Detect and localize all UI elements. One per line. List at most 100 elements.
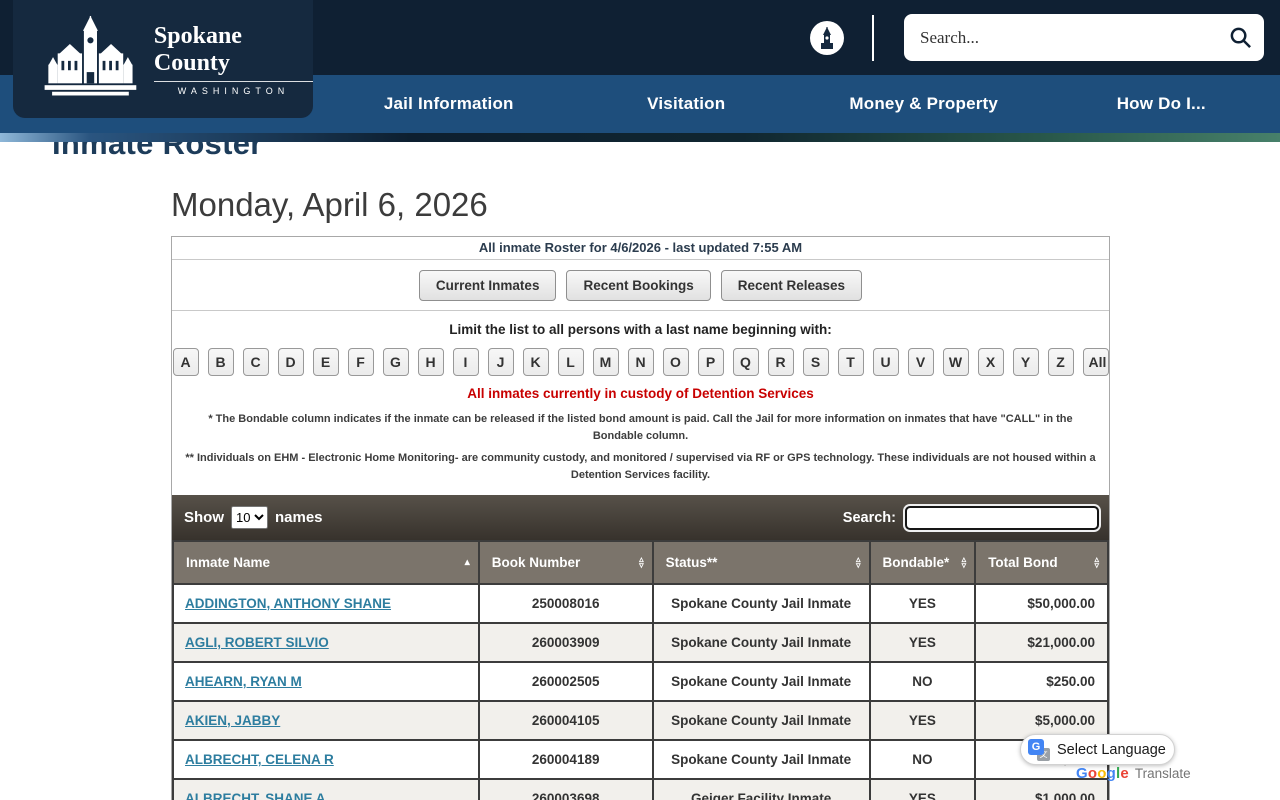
letter-button-w[interactable]: W: [943, 348, 969, 376]
letter-button-s[interactable]: S: [803, 348, 829, 376]
book-number: 250008016: [479, 584, 653, 623]
site-search-input[interactable]: [920, 28, 1229, 48]
column-header-bondable[interactable]: Bondable* ▵▿: [870, 541, 976, 584]
header-utility: [810, 0, 1264, 75]
column-header-total-bond[interactable]: Total Bond ▵▿: [975, 541, 1108, 584]
inmate-link[interactable]: ALBRECHT, SHANE A: [185, 791, 326, 800]
letter-button-d[interactable]: D: [278, 348, 304, 376]
table-search-label: Search:: [843, 510, 896, 526]
letter-button-p[interactable]: P: [698, 348, 724, 376]
county-logo[interactable]: Spokane County WASHINGTON: [13, 0, 313, 118]
letter-button-j[interactable]: J: [488, 348, 514, 376]
table-row: ALBRECHT, SHANE A 260003698 Geiger Facil…: [173, 779, 1108, 800]
letter-button-b[interactable]: B: [208, 348, 234, 376]
filter-section: Limit the list to all persons with a las…: [172, 311, 1109, 495]
google-translate-icon: 文 G: [1028, 739, 1050, 761]
date-heading: Monday, April 6, 2026: [171, 186, 1280, 224]
letter-button-r[interactable]: R: [768, 348, 794, 376]
letter-button-g[interactable]: G: [383, 348, 409, 376]
bondable: NO: [870, 740, 976, 779]
letter-button-n[interactable]: N: [628, 348, 654, 376]
letter-button-k[interactable]: K: [523, 348, 549, 376]
column-header-book-number[interactable]: Book Number ▵▿: [479, 541, 653, 584]
letter-button-l[interactable]: L: [558, 348, 584, 376]
select-language-label: Select Language: [1057, 742, 1166, 758]
letter-button-all[interactable]: All: [1083, 348, 1109, 376]
view-buttons-row: Current Inmates Recent Bookings Recent R…: [172, 260, 1109, 311]
google-translate-widget[interactable]: 文 G Select Language: [1020, 734, 1175, 765]
logo-subtitle: WASHINGTON: [154, 86, 313, 96]
logo-title: Spokane County: [154, 23, 313, 82]
accent-strip: [0, 133, 1280, 142]
nav-visitation[interactable]: Visitation: [568, 94, 806, 114]
column-header-status[interactable]: Status** ▵▿: [653, 541, 870, 584]
total-bond: $21,000.00: [975, 623, 1108, 662]
table-toolbar: Show 10 names Search:: [172, 495, 1109, 540]
status: Spokane County Jail Inmate: [653, 623, 870, 662]
table-header-row: Inmate Name ▴ Book Number ▵▿ Status** ▵▿…: [173, 541, 1108, 584]
inmate-link[interactable]: AKIEN, JABBY: [185, 713, 280, 728]
letter-button-q[interactable]: Q: [733, 348, 759, 376]
letter-button-m[interactable]: M: [593, 348, 619, 376]
letter-button-f[interactable]: F: [348, 348, 374, 376]
alphabet-filter: A B C D E F G H I J K L M N O P Q R S T: [178, 348, 1103, 376]
page-size-select[interactable]: 10: [231, 506, 268, 529]
sort-both-icon: ▵▿: [856, 557, 861, 568]
letter-button-x[interactable]: X: [978, 348, 1004, 376]
nav-money-property[interactable]: Money & Property: [805, 94, 1043, 114]
site-search-button[interactable]: [1229, 26, 1252, 49]
roster-caption: All inmate Roster for 4/6/2026 - last up…: [172, 237, 1109, 260]
table-search-input[interactable]: [905, 506, 1099, 530]
letter-button-e[interactable]: E: [313, 348, 339, 376]
main-content: Monday, April 6, 2026 All inmate Roster …: [0, 142, 1280, 800]
status: Geiger Facility Inmate: [653, 779, 870, 800]
footnote-ehm: ** Individuals on EHM - Electronic Home …: [178, 450, 1103, 483]
letter-button-u[interactable]: U: [873, 348, 899, 376]
total-bond: $50,000.00: [975, 584, 1108, 623]
translate-brand-label: Translate: [1135, 766, 1191, 781]
letter-button-i[interactable]: I: [453, 348, 479, 376]
book-number: 260003698: [479, 779, 653, 800]
courthouse-illustration-icon: [39, 13, 142, 105]
bondable: YES: [870, 779, 976, 800]
recent-releases-button[interactable]: Recent Releases: [721, 270, 862, 301]
table-row: AKIEN, JABBY 260004105 Spokane County Ja…: [173, 701, 1108, 740]
bondable: YES: [870, 623, 976, 662]
courthouse-tower-icon: [817, 27, 837, 49]
site-header: Jail Information Visitation Money & Prop…: [0, 0, 1280, 142]
status: Spokane County Jail Inmate: [653, 740, 870, 779]
county-seal-icon[interactable]: [810, 21, 844, 55]
table-row: AGLI, ROBERT SILVIO 260003909 Spokane Co…: [173, 623, 1108, 662]
letter-button-v[interactable]: V: [908, 348, 934, 376]
sort-both-icon: ▵▿: [1094, 557, 1099, 568]
footnote-bondable: * The Bondable column indicates if the i…: [178, 411, 1103, 444]
letter-button-h[interactable]: H: [418, 348, 444, 376]
inmate-table: Inmate Name ▴ Book Number ▵▿ Status** ▵▿…: [172, 540, 1109, 800]
names-label: names: [275, 509, 323, 526]
inmate-link[interactable]: ADDINGTON, ANTHONY SHANE: [185, 596, 391, 611]
total-bond: $250.00: [975, 662, 1108, 701]
book-number: 260003909: [479, 623, 653, 662]
google-translate-attribution[interactable]: Google Translate: [1076, 765, 1191, 782]
table-row: ALBRECHT, CELENA R 260004189 Spokane Cou…: [173, 740, 1108, 779]
letter-button-y[interactable]: Y: [1013, 348, 1039, 376]
status: Spokane County Jail Inmate: [653, 701, 870, 740]
letter-button-t[interactable]: T: [838, 348, 864, 376]
google-logo: Google: [1076, 765, 1129, 782]
recent-bookings-button[interactable]: Recent Bookings: [566, 270, 710, 301]
current-inmates-button[interactable]: Current Inmates: [419, 270, 557, 301]
inmate-link[interactable]: AGLI, ROBERT SILVIO: [185, 635, 329, 650]
inmate-link[interactable]: AHEARN, RYAN M: [185, 674, 302, 689]
inmate-link[interactable]: ALBRECHT, CELENA R: [185, 752, 334, 767]
letter-button-o[interactable]: O: [663, 348, 689, 376]
bondable: YES: [870, 701, 976, 740]
nav-jail-information[interactable]: Jail Information: [330, 94, 568, 114]
column-header-inmate-name[interactable]: Inmate Name ▴: [173, 541, 479, 584]
status: Spokane County Jail Inmate: [653, 662, 870, 701]
letter-button-z[interactable]: Z: [1048, 348, 1074, 376]
letter-button-a[interactable]: A: [173, 348, 199, 376]
letter-button-c[interactable]: C: [243, 348, 269, 376]
nav-how-do-i[interactable]: How Do I...: [1043, 94, 1280, 114]
bondable: YES: [870, 584, 976, 623]
sort-both-icon: ▵▿: [639, 557, 644, 568]
